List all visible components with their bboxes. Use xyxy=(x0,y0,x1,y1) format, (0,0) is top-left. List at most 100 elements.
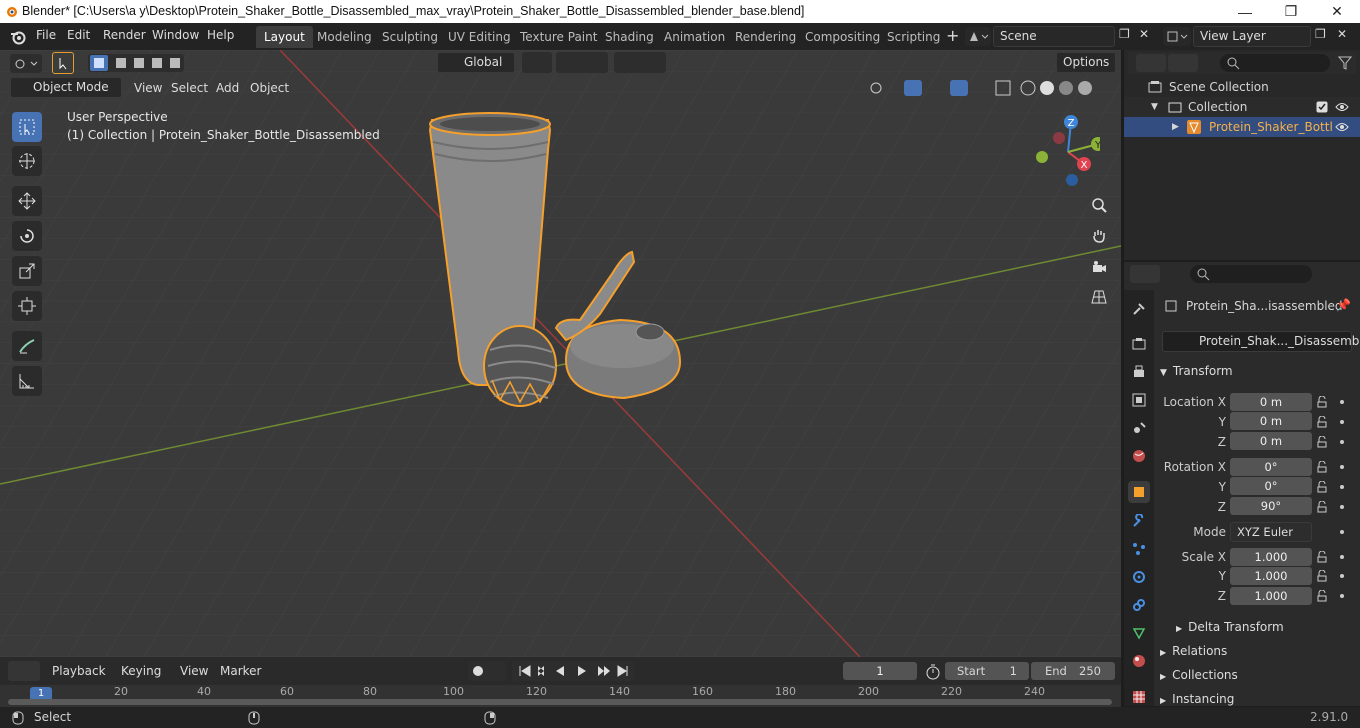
menu-file[interactable]: File xyxy=(36,28,56,42)
keyframe-dot-icon[interactable] xyxy=(1340,555,1344,559)
selection-mode-group[interactable] xyxy=(88,54,184,72)
scene-name-field[interactable]: Scene xyxy=(993,26,1115,47)
delta-transform-section[interactable]: ▶ Delta Transform xyxy=(1176,620,1284,634)
maximize-button[interactable]: ❐ xyxy=(1268,0,1314,23)
outliner-editor-type-icon[interactable] xyxy=(1136,54,1166,72)
playback-controls[interactable] xyxy=(512,661,634,681)
tool-annotate[interactable] xyxy=(12,331,42,361)
location-z-field[interactable]: 0 m xyxy=(1230,432,1312,450)
tool-select-box[interactable] xyxy=(12,112,42,142)
tool-tab-icon[interactable] xyxy=(1128,298,1150,320)
pin-icon[interactable]: 📌 xyxy=(1336,298,1351,312)
menu-help[interactable]: Help xyxy=(207,28,234,42)
texture-tab-icon[interactable] xyxy=(1128,686,1150,708)
relations-section[interactable]: ▶ Relations xyxy=(1160,644,1227,658)
add-menu[interactable]: Add xyxy=(210,78,245,98)
camera-icon[interactable] xyxy=(1087,255,1111,279)
scene-copy-icon[interactable]: ❐ xyxy=(1119,27,1130,41)
object-tab-icon[interactable] xyxy=(1128,481,1150,503)
properties-editor-type-icon[interactable] xyxy=(1130,265,1160,283)
zoom-icon[interactable] xyxy=(1087,193,1111,217)
pivot-point-icon[interactable] xyxy=(522,52,552,73)
frame-ruler[interactable]: 1 20 40 60 80 100 120 140 160 180 200 22… xyxy=(0,685,1121,707)
timeline-scrollbar[interactable] xyxy=(8,699,1112,705)
lock-icon[interactable] xyxy=(1316,570,1328,582)
instancing-section[interactable]: ▶ Instancing xyxy=(1160,692,1234,706)
keying-menu[interactable]: Keying xyxy=(115,661,167,681)
lock-icon[interactable] xyxy=(1316,416,1328,428)
view-layer-tab-icon[interactable] xyxy=(1128,389,1150,411)
minimize-button[interactable]: — xyxy=(1222,0,1268,23)
playback-menu[interactable]: Playback xyxy=(46,661,112,681)
add-workspace-icon[interactable]: + xyxy=(946,26,959,45)
viewport-shading-controls[interactable] xyxy=(868,78,1094,98)
select-tool-icon[interactable] xyxy=(52,52,74,74)
tab-uv-editing[interactable]: UV Editing xyxy=(440,26,519,48)
object-visibility-eye-icon[interactable] xyxy=(1335,121,1349,133)
object-name-field[interactable]: Protein_Shak..._Disassembled xyxy=(1162,331,1360,352)
tab-texture-paint[interactable]: Texture Paint xyxy=(512,26,605,48)
location-y-field[interactable]: 0 m xyxy=(1230,412,1312,430)
transform-section-header[interactable]: ▼ Transform xyxy=(1160,364,1233,378)
modifier-tab-icon[interactable] xyxy=(1128,510,1150,532)
tool-transform[interactable] xyxy=(12,291,42,321)
tab-modeling[interactable]: Modeling xyxy=(309,26,380,48)
view-layer-selector-icon[interactable] xyxy=(1163,27,1191,46)
menu-window[interactable]: Window xyxy=(152,28,199,42)
data-tab-icon[interactable] xyxy=(1128,622,1150,644)
lock-icon[interactable] xyxy=(1316,461,1328,473)
keyframe-dot-icon[interactable] xyxy=(1340,440,1344,444)
scale-y-field[interactable]: 1.000 xyxy=(1230,567,1312,585)
tab-rendering[interactable]: Rendering xyxy=(727,26,804,48)
properties-search-input[interactable] xyxy=(1190,265,1312,283)
view-layer-remove-icon[interactable]: ✕ xyxy=(1337,27,1347,41)
world-tab-icon[interactable] xyxy=(1128,445,1150,467)
options-dropdown[interactable]: Options xyxy=(1056,52,1116,73)
tab-shading[interactable]: Shading xyxy=(597,26,662,48)
tab-scripting[interactable]: Scripting xyxy=(879,26,948,48)
tool-measure[interactable] xyxy=(12,366,42,396)
view-layer-copy-icon[interactable]: ❐ xyxy=(1315,27,1326,41)
timeline-editor-type-icon[interactable] xyxy=(8,661,40,681)
snapping-icon[interactable] xyxy=(556,52,608,73)
expand-arrow-icon[interactable]: ▶ xyxy=(1172,117,1179,137)
transform-orientation-dropdown[interactable]: Global xyxy=(437,52,515,73)
timeline-view-menu[interactable]: View xyxy=(174,661,214,681)
collections-section[interactable]: ▶ Collections xyxy=(1160,668,1238,682)
mode-dropdown[interactable]: Object Mode xyxy=(10,77,122,98)
outliner-object-row[interactable]: ▶ Protein_Shaker_Bottl xyxy=(1124,117,1360,137)
rotation-x-field[interactable]: 0° xyxy=(1230,458,1312,476)
render-tab-icon[interactable] xyxy=(1128,333,1150,355)
whisk-ball[interactable] xyxy=(483,325,557,407)
outliner-panel[interactable]: Scene Collection ▼ Collection ▶ Protein_… xyxy=(1124,50,1360,260)
checkbox-icon[interactable] xyxy=(1316,101,1328,113)
timeline-panel[interactable]: Playback Keying View Marker 1 Start 1 En… xyxy=(0,657,1121,707)
tool-scale[interactable] xyxy=(12,256,42,286)
lock-icon[interactable] xyxy=(1316,396,1328,408)
perspective-grid-icon[interactable] xyxy=(1087,285,1111,309)
outliner-search-input[interactable] xyxy=(1220,54,1330,72)
scene-selector-icon[interactable] xyxy=(965,27,991,46)
current-frame-field[interactable]: 1 xyxy=(843,662,917,680)
keyframe-dot-icon[interactable] xyxy=(1340,485,1344,489)
view-menu[interactable]: View xyxy=(128,78,168,98)
display-mode-icon[interactable] xyxy=(1168,54,1198,72)
scene-tab-icon[interactable] xyxy=(1128,417,1150,439)
tool-move[interactable] xyxy=(12,186,42,216)
3d-viewport[interactable]: Global Options Object Mode View Select A… xyxy=(0,50,1121,657)
lock-icon[interactable] xyxy=(1316,590,1328,602)
scale-z-field[interactable]: 1.000 xyxy=(1230,587,1312,605)
lock-icon[interactable] xyxy=(1316,436,1328,448)
view-layer-field[interactable]: View Layer xyxy=(1193,26,1311,47)
scale-x-field[interactable]: 1.000 xyxy=(1230,548,1312,566)
blender-menu-icon[interactable] xyxy=(9,28,27,45)
navigation-gizmo[interactable]: Z X Y xyxy=(1028,112,1100,188)
rotation-z-field[interactable]: 90° xyxy=(1230,497,1312,515)
tool-cursor[interactable] xyxy=(12,146,42,176)
constraints-tab-icon[interactable] xyxy=(1128,594,1150,616)
location-x-field[interactable]: 0 m xyxy=(1230,393,1312,411)
lock-icon[interactable] xyxy=(1316,551,1328,563)
select-menu[interactable]: Select xyxy=(165,78,214,98)
keyframe-dot-icon[interactable] xyxy=(1340,594,1344,598)
tab-layout[interactable]: Layout xyxy=(256,26,313,48)
